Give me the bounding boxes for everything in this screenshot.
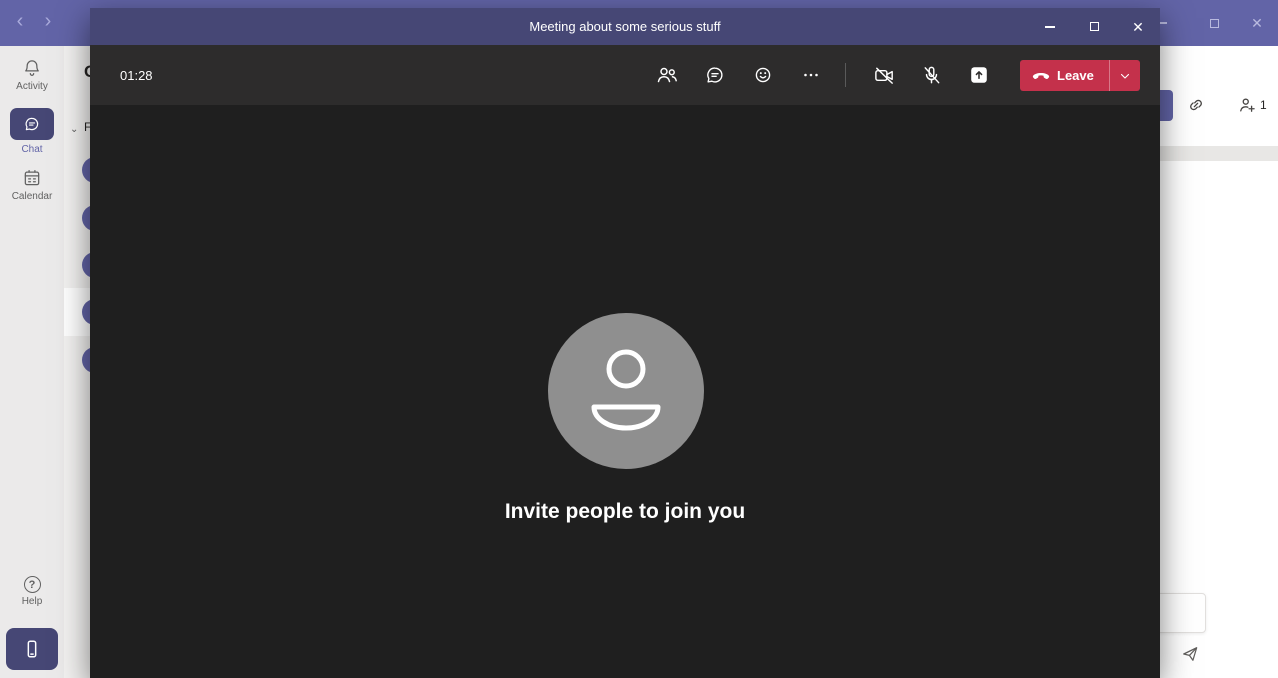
meeting-titlebar: Meeting about some serious stuff ✕ [90,8,1160,45]
invite-message: Invite people to join you [90,500,1160,524]
leave-label: Leave [1057,68,1094,83]
sidebar-item-chat[interactable] [10,108,54,140]
ellipsis-icon [800,64,822,86]
chevron-down-icon [1119,70,1131,82]
meeting-minimize-button[interactable] [1028,8,1072,45]
camera-off-icon [873,64,896,87]
participant-count: 1 [1260,98,1267,112]
nav-back-button[interactable]: ‹ [8,10,32,34]
meeting-title: Meeting about some serious stuff [90,8,1160,45]
minimize-icon [1045,26,1055,28]
meeting-timer: 01:28 [120,45,153,105]
bell-icon [22,58,42,78]
close-icon: ✕ [1132,20,1144,34]
app-maximize-button[interactable] [1192,0,1236,46]
mic-toggle-button[interactable] [911,55,951,95]
help-icon: ? [24,576,41,593]
hang-up-icon [1032,71,1050,81]
close-icon: ✕ [1251,16,1263,30]
leave-button[interactable]: Leave [1020,68,1109,83]
reactions-smiley-icon [752,64,774,86]
person-placeholder-icon [548,313,704,469]
left-rail: Activity Chat Calendar ? Help [0,46,64,678]
chevron-down-icon[interactable]: ⌄ [70,124,78,135]
maximize-icon [1090,22,1099,31]
mobile-app-button[interactable] [6,628,58,670]
person-add-icon [1237,95,1257,115]
mic-off-icon [920,64,943,87]
meeting-close-button[interactable]: ✕ [1116,8,1160,45]
meeting-stage: Invite people to join you [90,105,1160,678]
more-actions-button[interactable] [791,55,831,95]
camera-toggle-button[interactable] [864,55,904,95]
sidebar-item-activity[interactable]: Activity [0,58,64,92]
sidebar-item-help[interactable]: ? Help [0,576,64,607]
reactions-button[interactable] [743,55,783,95]
leave-split-button: Leave [1020,60,1140,91]
app-close-button[interactable]: ✕ [1235,0,1278,46]
send-icon [1180,644,1200,664]
add-participant-button[interactable] [1233,91,1261,119]
share-tray-icon [968,64,990,86]
copy-link-button[interactable] [1182,91,1210,119]
meeting-window: Meeting about some serious stuff ✕ 01:28 [90,8,1160,678]
send-message-button[interactable] [1176,640,1204,668]
chat-bubble-icon [23,115,41,133]
sidebar-item-chat-label: Chat [0,144,64,155]
show-conversation-button[interactable] [695,55,735,95]
leave-options-button[interactable] [1110,60,1140,91]
question-mark-glyph: ? [29,579,36,591]
share-screen-button[interactable] [959,55,999,95]
people-icon [655,63,679,87]
maximize-icon [1210,19,1219,28]
show-participants-button[interactable] [647,55,687,95]
forward-icon: › [45,10,52,32]
calendar-icon [22,168,42,188]
mobile-phone-icon [21,638,43,660]
nav-forward-button[interactable]: › [36,10,60,34]
link-icon [1186,95,1206,115]
sidebar-item-label: Help [22,596,43,607]
participant-avatar [548,313,704,469]
meeting-toolbar: 01:28 Leave [90,45,1160,105]
sidebar-item-label: Calendar [12,191,53,202]
toolbar-separator [845,63,846,87]
back-icon: ‹ [17,10,24,32]
chat-bubble-icon [704,64,726,86]
meeting-maximize-button[interactable] [1072,8,1116,45]
sidebar-item-calendar[interactable]: Calendar [0,168,64,202]
sidebar-item-label: Activity [16,81,48,92]
